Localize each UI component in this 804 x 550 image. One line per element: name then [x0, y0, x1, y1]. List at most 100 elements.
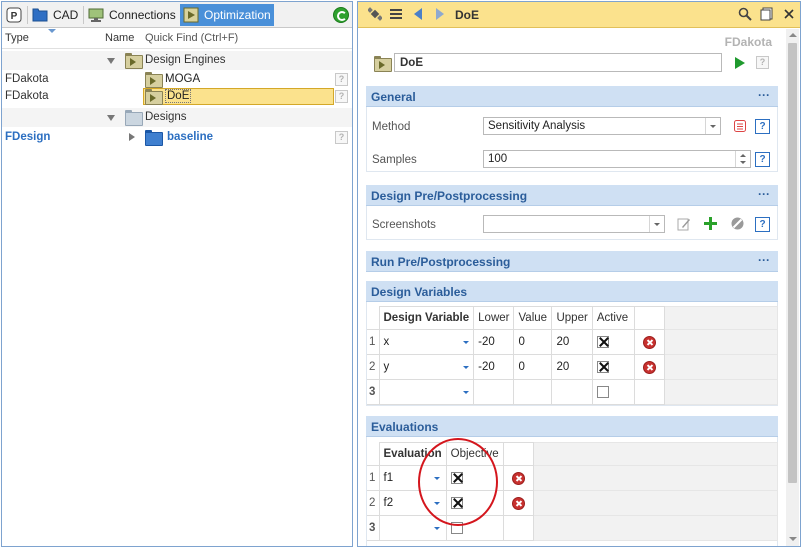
section-header[interactable]: Design Variables — [366, 281, 778, 302]
screenshots-label: Screenshots — [372, 219, 436, 231]
table-row-new[interactable]: 3 — [367, 515, 779, 541]
variable-name[interactable]: x — [378, 329, 458, 355]
scroll-thumb[interactable] — [788, 43, 797, 483]
section-menu-icon[interactable]: ··· — [758, 253, 770, 267]
monitor-icon — [88, 8, 104, 22]
help-icon[interactable]: ? — [755, 152, 770, 167]
delete-row-icon[interactable] — [511, 471, 525, 485]
search-icon[interactable] — [738, 7, 752, 21]
active-checkbox[interactable] — [596, 335, 609, 348]
upper-cell[interactable]: 20 — [551, 354, 593, 380]
spinner-icon[interactable] — [735, 151, 750, 167]
tab-cad[interactable]: CAD — [29, 4, 81, 26]
disable-icon[interactable] — [730, 216, 745, 231]
quick-find-input[interactable]: Quick Find (Ctrl+F) — [145, 32, 238, 44]
section-body: Design Variable Lower Value Upper Active… — [366, 302, 779, 406]
section-header[interactable]: General ··· — [366, 86, 778, 107]
delete-row-icon[interactable] — [642, 360, 656, 374]
active-checkbox[interactable] — [596, 385, 609, 398]
doe-engine-icon — [374, 56, 392, 72]
table-row[interactable]: 1 x -20 0 20 — [367, 329, 779, 355]
upper-cell[interactable]: 20 — [551, 329, 593, 355]
lower-cell[interactable] — [473, 379, 515, 405]
name-field[interactable]: DoE — [394, 53, 722, 72]
list-icon[interactable] — [389, 7, 403, 21]
tab-bar: P CAD Connections Optimization — [2, 2, 352, 28]
chevron-down-icon[interactable] — [649, 216, 664, 232]
help-icon[interactable]: ? — [756, 56, 769, 69]
chevron-down-icon[interactable] — [705, 118, 720, 134]
evaluation-name[interactable] — [378, 515, 430, 541]
vertical-scrollbar[interactable] — [786, 29, 799, 546]
run-icon[interactable] — [735, 57, 745, 69]
active-checkbox[interactable] — [596, 360, 609, 373]
forward-arrow-icon[interactable] — [433, 7, 447, 21]
tree-row-doe[interactable]: FDakota DoE ? — [2, 88, 352, 105]
back-arrow-icon[interactable] — [411, 7, 425, 21]
table-row-new[interactable]: 3 — [367, 379, 779, 405]
tree-row-moga[interactable]: FDakota MOGA ? — [2, 71, 352, 88]
variable-dropdown-icon[interactable] — [457, 354, 475, 380]
tab-connections[interactable]: Connections — [85, 4, 179, 26]
col-lower[interactable]: Lower — [473, 306, 515, 330]
tab-project[interactable]: P — [5, 4, 25, 26]
copy-icon[interactable] — [760, 7, 774, 21]
method-select[interactable]: Sensitivity Analysis — [483, 117, 721, 135]
col-active[interactable]: Active — [591, 306, 635, 330]
section-header[interactable]: Evaluations — [366, 416, 778, 437]
variable-name[interactable]: y — [378, 354, 458, 380]
section-menu-icon[interactable]: ··· — [758, 88, 770, 102]
add-icon[interactable] — [703, 216, 718, 231]
expand-icon[interactable] — [129, 133, 135, 141]
section-header[interactable]: Run Pre/Postprocessing ··· — [366, 251, 778, 272]
help-icon[interactable]: ? — [335, 73, 348, 86]
group-row-design-engines[interactable]: Design Engines — [2, 51, 352, 70]
collapse-icon[interactable] — [107, 58, 115, 64]
value-cell[interactable]: 0 — [513, 329, 553, 355]
col-value[interactable]: Value — [513, 306, 553, 330]
group-row-designs[interactable]: Designs — [2, 108, 352, 127]
lower-cell[interactable]: -20 — [473, 329, 515, 355]
col-design-variable[interactable]: Design Variable — [378, 306, 475, 330]
row-name: baseline — [167, 131, 214, 143]
design-variables-table: Design Variable Lower Value Upper Active… — [367, 306, 779, 405]
help-icon[interactable]: ? — [335, 131, 348, 144]
value-cell[interactable]: 0 — [513, 354, 553, 380]
sort-caret-icon[interactable] — [48, 29, 56, 33]
section-menu-icon[interactable]: ··· — [758, 187, 770, 201]
variable-name[interactable] — [378, 379, 458, 405]
col-upper[interactable]: Upper — [551, 306, 593, 330]
help-icon[interactable]: ? — [755, 217, 770, 232]
table-row[interactable]: 2 y -20 0 20 — [367, 354, 779, 380]
clear-list-icon[interactable] — [733, 119, 747, 133]
collapse-icon[interactable] — [107, 115, 115, 121]
edit-icon[interactable] — [677, 217, 691, 231]
screenshots-select[interactable] — [483, 215, 665, 233]
tab-optimization[interactable]: Optimization — [180, 4, 274, 26]
help-icon[interactable]: ? — [335, 90, 348, 103]
delete-row-icon[interactable] — [642, 335, 656, 349]
scroll-up-icon[interactable] — [789, 33, 797, 37]
active-cell[interactable] — [591, 354, 635, 380]
active-cell[interactable] — [591, 329, 635, 355]
delete-row-icon[interactable] — [511, 496, 525, 510]
section-general: General ··· Method Sensitivity Analysis … — [366, 86, 778, 172]
section-header[interactable]: Design Pre/Postprocessing ··· — [366, 185, 778, 206]
refresh-icon[interactable] — [333, 7, 349, 23]
tree-row-baseline[interactable]: FDesign baseline ? — [2, 129, 352, 146]
active-cell[interactable] — [591, 379, 635, 405]
value-cell[interactable] — [513, 379, 553, 405]
scroll-down-icon[interactable] — [789, 537, 797, 541]
variable-dropdown-icon[interactable] — [457, 329, 475, 355]
group-label: Design Engines — [145, 54, 226, 66]
samples-stepper[interactable]: 100 — [483, 150, 751, 168]
column-name[interactable]: Name — [105, 32, 134, 44]
optimization-icon — [183, 7, 199, 23]
lower-cell[interactable]: -20 — [473, 354, 515, 380]
help-icon[interactable]: ? — [755, 119, 770, 134]
variable-dropdown-icon[interactable] — [457, 379, 475, 405]
column-type[interactable]: Type — [5, 32, 29, 44]
satellite-icon[interactable] — [368, 7, 382, 21]
upper-cell[interactable] — [551, 379, 593, 405]
close-icon[interactable] — [782, 7, 796, 21]
